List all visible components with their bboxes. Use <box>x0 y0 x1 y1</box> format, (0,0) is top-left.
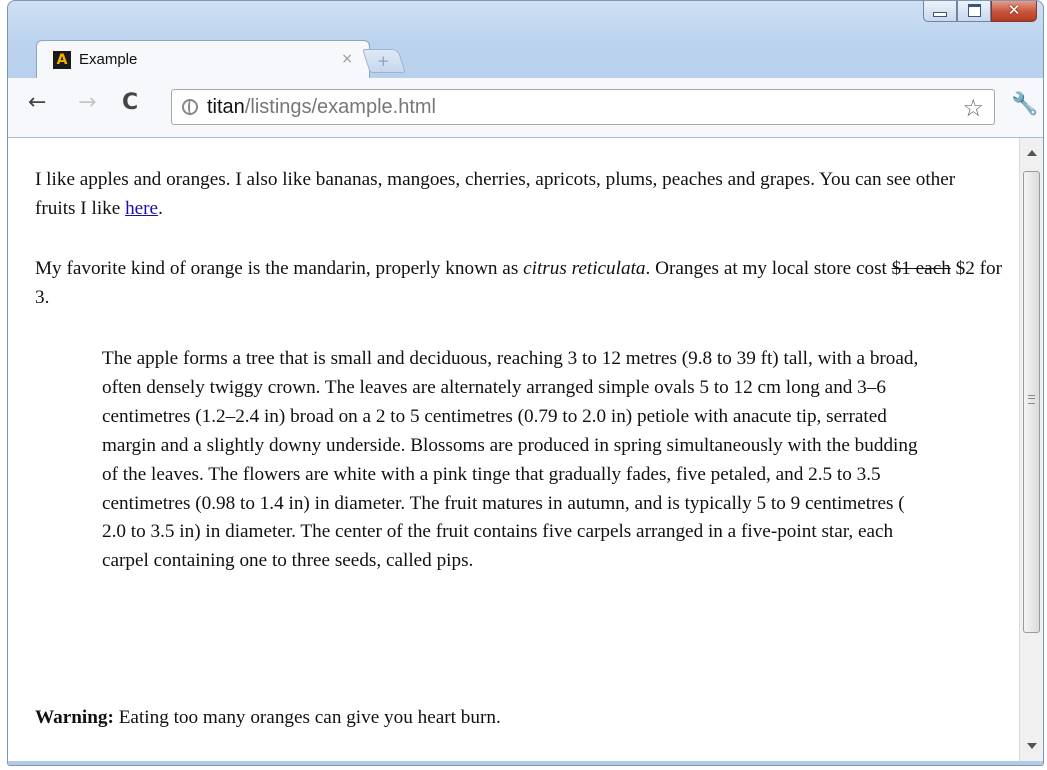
page-content: I like apples and oranges. I also like b… <box>8 138 1019 761</box>
bookmark-star-icon[interactable]: ☆ <box>962 94 984 122</box>
close-icon: ✕ <box>1007 1 1021 19</box>
maximize-button[interactable] <box>957 1 991 22</box>
toolbar: ← → C titan/listings/example.html ☆ 🔧 <box>8 78 1043 138</box>
tab-example[interactable]: A Example × <box>36 40 370 78</box>
blockquote-apple: The apple forms a tree that is small and… <box>102 345 932 576</box>
here-link[interactable]: here <box>125 198 158 219</box>
paragraph-orange-start: My favorite kind of orange is the mandar… <box>35 258 524 279</box>
minimize-icon <box>933 12 947 17</box>
reload-button[interactable]: C <box>122 92 138 114</box>
scroll-up-arrow-icon[interactable] <box>1027 150 1037 156</box>
address-bar[interactable]: titan/listings/example.html ☆ <box>171 89 995 125</box>
plus-icon: + <box>377 52 390 70</box>
back-button[interactable]: ← <box>28 92 46 114</box>
scroll-down-arrow-icon[interactable] <box>1027 743 1037 749</box>
paragraph-fruits-text: I like apples and oranges. I also like b… <box>35 169 956 219</box>
old-price: $1 each <box>891 258 951 279</box>
vertical-scrollbar[interactable] <box>1019 138 1043 761</box>
warning-text: Eating too many oranges can give you hea… <box>113 707 501 728</box>
paragraph-fruits-end: . <box>158 198 163 219</box>
browser-window: ✕ A Example × + ← → C titan/listings/exa… <box>7 0 1044 766</box>
paragraph-warning: Warning: Eating too many oranges can giv… <box>35 703 995 732</box>
paragraph-orange-middle: . Oranges at my local store cost <box>645 258 892 279</box>
paragraph-orange: My favorite kind of orange is the mandar… <box>35 254 1005 312</box>
tab-close-icon[interactable]: × <box>341 51 353 67</box>
favicon-icon: A <box>53 50 71 69</box>
url-path: /listings/example.html <box>244 95 436 118</box>
close-window-button[interactable]: ✕ <box>991 1 1037 22</box>
warning-label: Warning: <box>35 707 114 728</box>
minimize-button[interactable] <box>923 1 957 22</box>
tab-title: Example <box>79 51 138 68</box>
url-host: titan <box>207 95 245 118</box>
paragraph-fruits: I like apples and oranges. I also like b… <box>35 165 1000 223</box>
window-caption-buttons: ✕ <box>923 1 1037 22</box>
scientific-name: citrus reticulata <box>523 258 646 279</box>
new-tab-button[interactable]: + <box>362 49 406 73</box>
url-text[interactable]: titan/listings/example.html <box>207 96 436 119</box>
grip-icon <box>1028 395 1035 404</box>
maximize-icon <box>967 4 981 17</box>
forward-button[interactable]: → <box>78 92 96 114</box>
scrollbar-thumb[interactable] <box>1023 171 1040 633</box>
globe-icon <box>182 99 198 115</box>
wrench-menu-icon[interactable]: 🔧 <box>1011 92 1038 117</box>
blockquote-text: The apple forms a tree that is small and… <box>102 348 919 572</box>
